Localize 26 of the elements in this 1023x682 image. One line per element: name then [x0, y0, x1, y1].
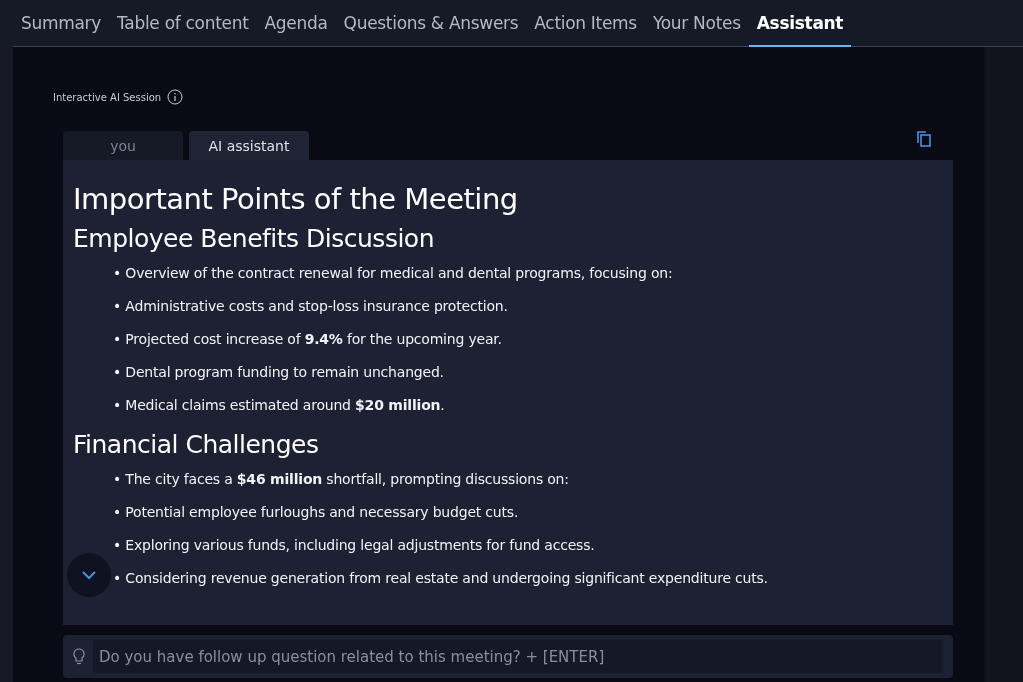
bullet-text: • Projected cost increase of 9.4% for the upcoming year.	[113, 331, 502, 347]
bullet-text: • Dental program funding to remain unchanged.	[113, 364, 444, 380]
bullet-text: • Considering revenue generation from real estate and undergoing significant expenditure cuts.	[113, 570, 768, 586]
tab[interactable]: Your Notes	[644, 0, 749, 47]
tab[interactable]: Table of content	[109, 0, 257, 47]
chevron-down-icon	[81, 570, 97, 580]
bullet-text: • The city faces a $46 million shortfall, prompting discussions on:	[113, 471, 569, 487]
tab[interactable]: Action Items	[526, 0, 645, 47]
section-heading: Financial Challenges	[73, 430, 320, 459]
speaker-tab[interactable]: you	[63, 131, 183, 160]
copy-icon[interactable]	[917, 131, 931, 147]
session-label: Interactive AI Session	[53, 91, 162, 103]
tab[interactable]: Summary	[13, 0, 110, 47]
bullet-text: • Potential employee furloughs and necessary budget cuts.	[113, 504, 519, 520]
bullet-text: • Exploring various funds, including legal adjustments for fund access.	[113, 537, 595, 553]
bullet-text: • Medical claims estimated around $20 million.	[113, 397, 445, 413]
tab[interactable]: Questions & Answers	[335, 0, 527, 47]
answer-title: Important Points of the Meeting	[73, 182, 519, 216]
section-heading: Employee Benefits Discussion	[73, 224, 435, 253]
question-field[interactable]: Do you have follow up question related to this meeting? + [ENTER]	[93, 640, 943, 673]
tab[interactable]: Agenda	[256, 0, 336, 47]
info-icon[interactable]	[167, 89, 184, 105]
lightbulb-icon	[73, 647, 85, 666]
bullet-text: • Administrative costs and stop-loss insurance protection.	[113, 298, 508, 314]
bullet-text: • Overview of the contract renewal for medical and dental programs, focusing on:	[113, 265, 673, 281]
speaker-tab[interactable]: AI assistant	[189, 131, 309, 160]
